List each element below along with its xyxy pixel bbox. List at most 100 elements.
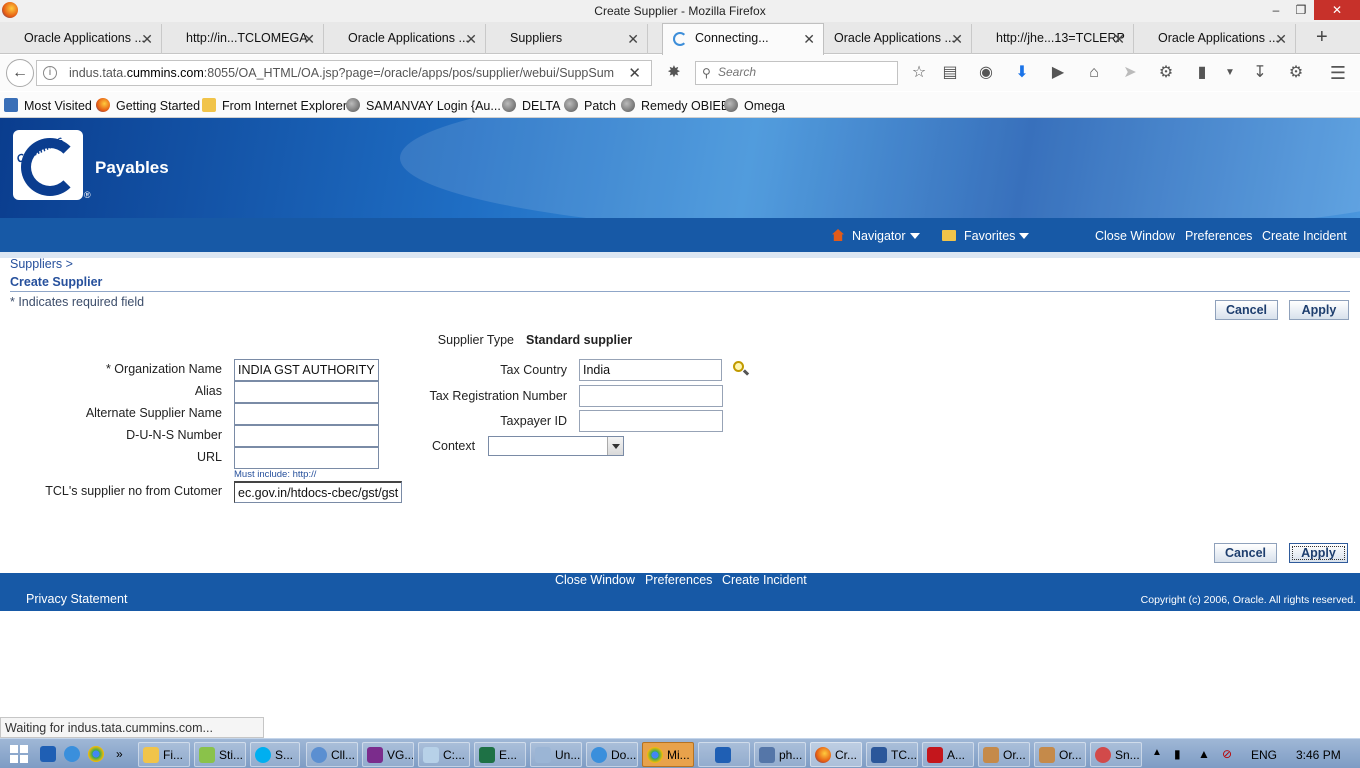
- url-bar[interactable]: i indus.tata.cummins.com:8055/OA_HTML/OA…: [36, 60, 652, 86]
- taskbar-explorer[interactable]: Fi...: [138, 742, 190, 767]
- taskbar-outlook[interactable]: [698, 742, 750, 767]
- footer-close-window-link[interactable]: Close Window: [555, 573, 635, 587]
- browser-tab[interactable]: Oracle Applications ... ✕: [0, 24, 162, 54]
- stop-icon[interactable]: ✕: [628, 64, 641, 82]
- taskbar-app-cll[interactable]: Cll...: [306, 742, 358, 767]
- back-icon[interactable]: ←: [6, 59, 34, 87]
- taskbar-app-ph[interactable]: ph...: [754, 742, 806, 767]
- tab-close-icon[interactable]: ✕: [1275, 31, 1287, 48]
- browser-tab[interactable]: Oracle Applications ... ✕: [324, 24, 486, 54]
- tax-country-field[interactable]: India: [579, 359, 722, 381]
- bookmark-omega[interactable]: Omega: [724, 98, 785, 113]
- search-lov-icon[interactable]: [733, 361, 750, 377]
- tab-close-icon[interactable]: ✕: [951, 31, 963, 48]
- tab-close-icon[interactable]: ✕: [465, 31, 477, 48]
- tray-signal-icon[interactable]: ▲: [1194, 742, 1214, 767]
- footer-preferences-link[interactable]: Preferences: [645, 573, 712, 587]
- youtube-icon[interactable]: ▶: [1048, 63, 1068, 83]
- send-icon[interactable]: ➤: [1120, 63, 1140, 83]
- tcl-supplier-no-field[interactable]: ec.gov.in/htdocs-cbec/gst/gst: [234, 481, 402, 503]
- taskbar-ie-doc[interactable]: Do...: [586, 742, 638, 767]
- downloads-icon[interactable]: ↧: [1250, 63, 1270, 83]
- tray-expand-icon[interactable]: ▲: [1150, 742, 1166, 767]
- search-box[interactable]: ⚲: [695, 61, 898, 85]
- download-arrow-icon[interactable]: ⬇: [1012, 63, 1032, 83]
- tax-registration-field[interactable]: [579, 385, 723, 407]
- outlook-quicklaunch-icon[interactable]: [36, 742, 60, 767]
- preferences-link[interactable]: Preferences: [1185, 229, 1252, 243]
- cancel-button-top[interactable]: Cancel: [1215, 300, 1278, 320]
- reading-list-icon[interactable]: ▤: [940, 63, 960, 83]
- browser-tab[interactable]: http://in...TCLOMEGA ✕: [162, 24, 324, 54]
- alt-supplier-name-field[interactable]: [234, 403, 379, 425]
- pocket-icon[interactable]: ◉: [976, 63, 996, 83]
- apply-button-top[interactable]: Apply: [1289, 300, 1349, 320]
- tray-clock[interactable]: 3:46 PM: [1296, 748, 1341, 762]
- dropdown-icon[interactable]: ▼: [1220, 63, 1240, 83]
- context-select[interactable]: [488, 436, 624, 456]
- tray-network-icon[interactable]: ▮: [1170, 742, 1190, 767]
- close-window-link[interactable]: Close Window: [1095, 229, 1175, 243]
- apply-button-bottom[interactable]: Apply: [1289, 543, 1348, 563]
- taskbar-onenote[interactable]: VG...: [362, 742, 414, 767]
- browser-tab-active[interactable]: Connecting... ✕: [662, 23, 824, 55]
- tab-close-icon[interactable]: ✕: [303, 31, 315, 48]
- bookmark-samanvay[interactable]: SAMANVAY Login {Au...: [346, 98, 501, 113]
- taskbar-firefox[interactable]: Cr...: [810, 742, 862, 767]
- browser-tab[interactable]: Oracle Applications ... ✕: [1134, 24, 1296, 54]
- taskbar-chrome-active[interactable]: Mi...: [642, 742, 694, 767]
- alias-field[interactable]: [234, 381, 379, 403]
- org-name-field[interactable]: INDIA GST AUTHORITY: [234, 359, 379, 381]
- cancel-button-bottom[interactable]: Cancel: [1214, 543, 1277, 563]
- tab-close-icon[interactable]: ✕: [1113, 31, 1125, 48]
- close-icon[interactable]: ✕: [1314, 0, 1360, 20]
- taskbar-acrobat[interactable]: A...: [922, 742, 974, 767]
- taxpayer-id-field[interactable]: [579, 410, 723, 432]
- chrome-quicklaunch-icon[interactable]: [84, 742, 108, 767]
- tray-language[interactable]: ENG: [1251, 748, 1277, 762]
- extension-icon[interactable]: ⚙: [1156, 63, 1176, 83]
- restore-icon[interactable]: ❐: [1290, 0, 1312, 20]
- footer-create-incident-link[interactable]: Create Incident: [722, 573, 807, 587]
- clipboard-icon[interactable]: ▮: [1192, 63, 1212, 83]
- more-quicklaunch-icon[interactable]: »: [112, 742, 132, 767]
- taskbar-sticky[interactable]: Sti...: [194, 742, 246, 767]
- browser-tab[interactable]: Suppliers ✕: [486, 24, 648, 54]
- gear-icon[interactable]: ⚙: [1286, 63, 1306, 83]
- info-icon[interactable]: i: [43, 66, 57, 80]
- bookmark-remedy-obiee[interactable]: Remedy OBIEE: [621, 98, 729, 113]
- home-icon[interactable]: ⌂: [1084, 63, 1104, 83]
- url-field[interactable]: [234, 447, 379, 469]
- taskbar-notepad[interactable]: C:...: [418, 742, 470, 767]
- taskbar-skype[interactable]: S...: [250, 742, 300, 767]
- taskbar-word[interactable]: TC...: [866, 742, 918, 767]
- taskbar-snipping[interactable]: Sn...: [1090, 742, 1142, 767]
- menu-icon[interactable]: ☰: [1328, 63, 1348, 83]
- addon-icon[interactable]: ✸: [664, 63, 684, 83]
- tab-close-icon[interactable]: ✕: [141, 31, 153, 48]
- bookmark-getting-started[interactable]: Getting Started: [96, 98, 200, 113]
- create-incident-link[interactable]: Create Incident: [1262, 229, 1347, 243]
- taskbar-oracle-1[interactable]: Or...: [978, 742, 1030, 767]
- new-tab-icon[interactable]: +: [1316, 26, 1328, 49]
- browser-tab[interactable]: http://jhe...13=TCLERP ✕: [972, 24, 1134, 54]
- tray-volume-icon[interactable]: ⊘: [1218, 742, 1240, 767]
- search-input[interactable]: [718, 65, 888, 79]
- taskbar-app-un[interactable]: Un...: [530, 742, 582, 767]
- tab-close-icon[interactable]: ✕: [627, 31, 639, 48]
- bookmark-folder-ie[interactable]: From Internet Explorer: [202, 98, 347, 113]
- minimize-icon[interactable]: –: [1264, 0, 1288, 20]
- bookmark-patch[interactable]: Patch: [564, 98, 616, 113]
- chevron-down-icon[interactable]: [607, 437, 623, 455]
- privacy-statement-link[interactable]: Privacy Statement: [26, 592, 127, 606]
- navigator-menu[interactable]: Navigator: [832, 229, 920, 243]
- browser-tab[interactable]: Oracle Applications ... ✕: [810, 24, 972, 54]
- duns-field[interactable]: [234, 425, 379, 447]
- bookmark-most-visited[interactable]: Most Visited: [4, 98, 92, 113]
- taskbar-excel[interactable]: E...: [474, 742, 526, 767]
- breadcrumb[interactable]: Suppliers >: [10, 257, 73, 271]
- ie-quicklaunch-icon[interactable]: [60, 742, 84, 767]
- bookmark-delta[interactable]: DELTA: [502, 98, 560, 113]
- bookmark-star-icon[interactable]: ☆: [909, 63, 929, 83]
- favorites-menu[interactable]: Favorites: [942, 229, 1030, 243]
